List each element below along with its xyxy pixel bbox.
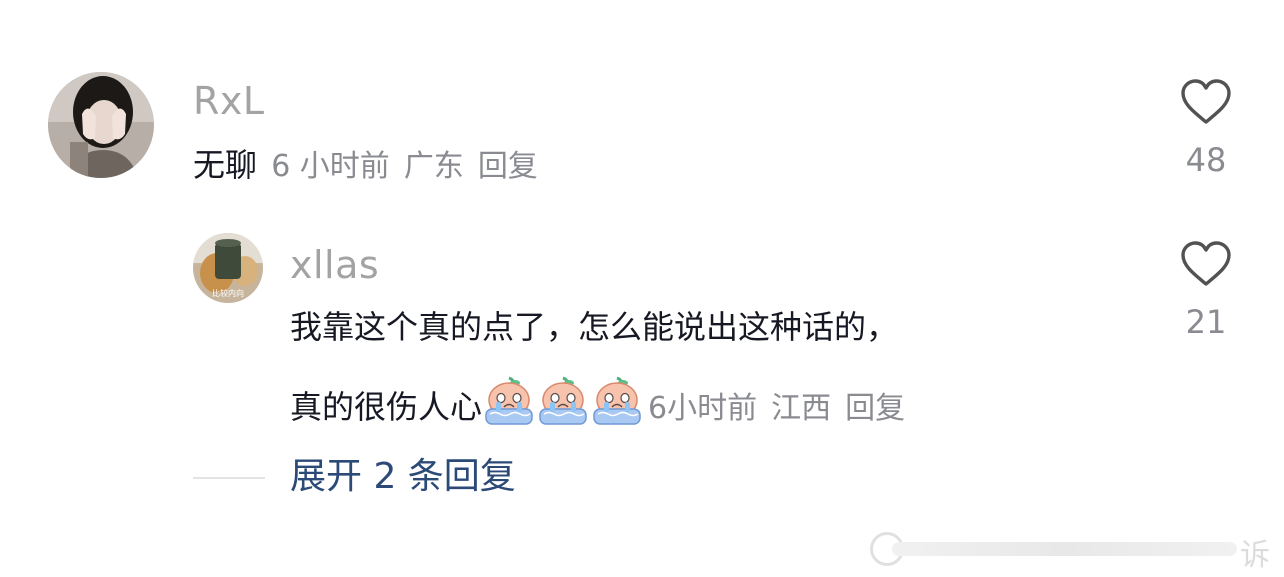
avatar-caption: 比较内向	[212, 288, 244, 298]
reply-body-line2: 真的很伤人心	[290, 388, 483, 426]
dog-with-green-cup-photo: 比较内向	[193, 233, 263, 303]
expand-divider	[193, 477, 265, 479]
avatar-rxl[interactable]	[48, 72, 154, 178]
watermark-text: 诉	[1240, 538, 1270, 573]
heart-icon	[1181, 79, 1231, 124]
reply-text-line2-row: 真的很伤人心 6小时前 江西 回复	[290, 376, 905, 426]
watermark: 诉	[870, 526, 1284, 573]
reply-button[interactable]: 回复	[478, 149, 538, 184]
reply-reply-button[interactable]: 回复	[845, 391, 905, 426]
reply-location: 江西	[771, 391, 832, 426]
woman-covering-face-photo	[48, 72, 154, 178]
like-count: 48	[1185, 141, 1227, 179]
comment-location: 广东	[403, 149, 464, 184]
emoji-group	[482, 376, 644, 426]
crying-peach-emoji	[539, 376, 587, 425]
reply-username[interactable]: xllas	[290, 246, 379, 284]
heart-icon	[1181, 241, 1231, 286]
comment-username[interactable]: RxL	[193, 82, 265, 120]
comment-meta: 6 小时前 广东	[271, 149, 478, 184]
avatar-xllas[interactable]: 比较内向	[193, 233, 263, 303]
comment-body: 无聊	[193, 146, 258, 184]
comment-text: 无聊 6 小时前 广东 回复	[193, 149, 538, 182]
watermark-bar	[892, 542, 1237, 556]
reply-like-count: 21	[1185, 303, 1227, 341]
expand-replies-link[interactable]: 展开 2 条回复	[290, 459, 516, 495]
reply-time: 6小时前	[648, 391, 758, 426]
reply-meta: 6小时前 江西	[648, 391, 845, 426]
crying-peach-emoji	[485, 376, 533, 425]
reply-like-button[interactable]: 21	[1166, 240, 1246, 338]
crying-peach-emoji	[593, 376, 641, 425]
reply-text-line1: 我靠这个真的点了，怎么能说出这种话的，	[290, 308, 899, 346]
comment-time: 6 小时前	[271, 149, 390, 184]
like-button[interactable]: 48	[1166, 78, 1246, 176]
